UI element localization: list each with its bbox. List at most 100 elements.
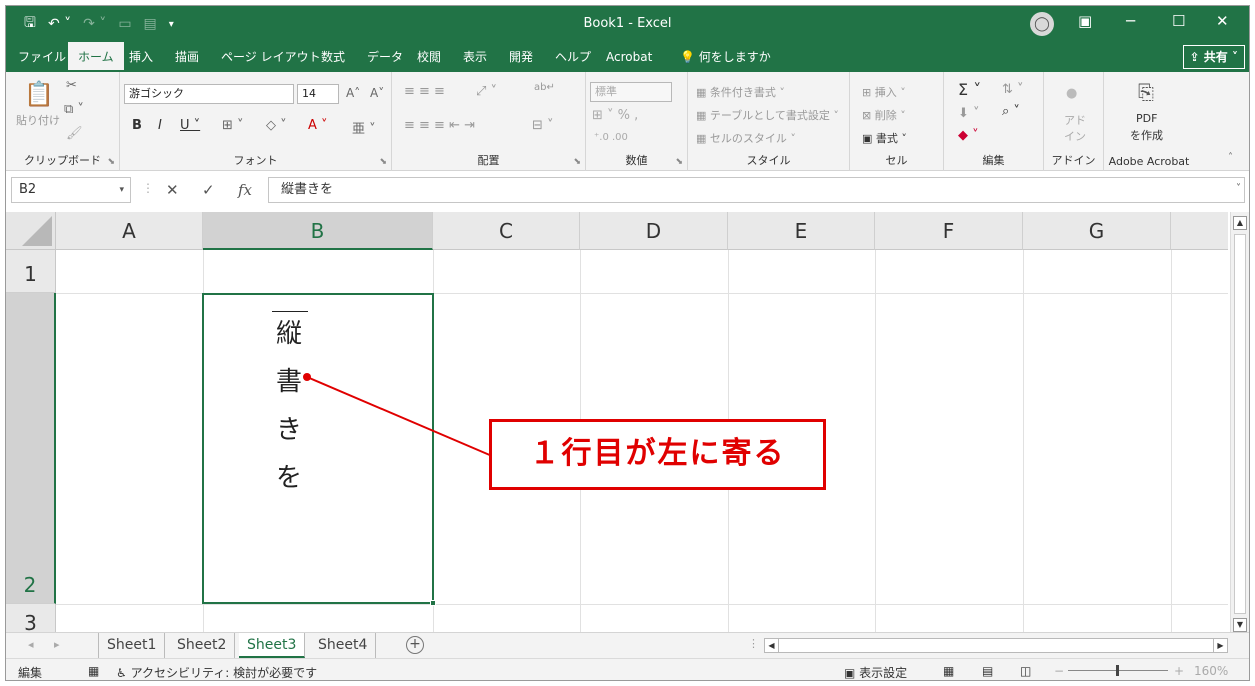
column-header-b[interactable]: B <box>203 212 433 250</box>
horizontal-scrollbar[interactable]: ◀ ▶ <box>764 638 1228 653</box>
macro-record-icon[interactable]: ▦ <box>88 664 99 678</box>
zoom-out-icon[interactable]: − <box>1054 664 1064 678</box>
insert-cells-button[interactable]: ⊞ 挿入 ˅ <box>862 84 906 100</box>
align-top-icon[interactable]: ≡ ≡ ≡ <box>404 84 445 99</box>
tab-data[interactable]: データ <box>367 42 403 72</box>
scroll-right-icon[interactable]: ▶ <box>1213 639 1227 652</box>
close-icon[interactable]: ✕ <box>1216 12 1229 30</box>
column-header-e[interactable]: E <box>728 212 875 250</box>
format-cells-button[interactable]: ▣ 書式 ˅ <box>862 130 907 146</box>
sheet-tab-sheet3[interactable]: Sheet3 <box>239 633 306 658</box>
tab-acrobat[interactable]: Acrobat <box>606 42 652 72</box>
tab-help[interactable]: ヘルプ <box>555 42 591 72</box>
fill-icon[interactable]: ⬇ ˅ <box>958 106 980 121</box>
cut-icon[interactable]: ✂ <box>66 78 77 93</box>
zoom-in-icon[interactable]: + <box>1174 664 1184 678</box>
align-left-icon[interactable]: ≡ ≡ ≡ ⇤ ⇥ <box>404 118 475 133</box>
row-header-3[interactable]: 3 <box>6 604 56 632</box>
collapse-ribbon-icon[interactable]: ˄ <box>1228 152 1233 163</box>
font-name-combo[interactable]: 游ゴシック <box>124 84 294 104</box>
addins-icon[interactable]: ● <box>1066 86 1077 101</box>
bold-icon[interactable]: B <box>132 118 142 133</box>
add-sheet-icon[interactable]: + <box>406 636 424 654</box>
name-box[interactable]: B2 ▾ <box>11 177 131 203</box>
scroll-down-icon[interactable]: ▼ <box>1233 618 1247 632</box>
font-dialog-launcher-icon[interactable]: ⬊ <box>379 157 387 167</box>
pdf-icon[interactable]: ⎘ <box>1138 80 1154 104</box>
autosum-icon[interactable]: Σ ˅ <box>958 80 981 99</box>
column-header-a[interactable]: A <box>56 212 203 250</box>
merge-center-icon[interactable]: ⊟ ˅ <box>532 118 554 133</box>
zoom-level[interactable]: 160% <box>1194 664 1228 678</box>
italic-icon[interactable]: I <box>158 118 162 133</box>
alignment-dialog-launcher-icon[interactable]: ⬊ <box>573 157 581 167</box>
number-format-combo[interactable]: 標準 <box>590 82 672 102</box>
tab-review[interactable]: 校閲 <box>417 42 441 72</box>
column-header-g[interactable]: G <box>1023 212 1171 250</box>
fill-handle[interactable] <box>430 600 436 606</box>
name-box-dropdown-icon[interactable]: ▾ <box>119 178 124 202</box>
user-avatar-icon[interactable]: ◯ <box>1030 12 1054 36</box>
tab-developer[interactable]: 開発 <box>509 42 533 72</box>
borders-icon[interactable]: ⊞ ˅ <box>222 118 244 133</box>
sheet-tab-sheet4[interactable]: Sheet4 <box>310 633 377 658</box>
wrap-text-icon[interactable]: ab↵ <box>534 82 555 93</box>
paste-icon[interactable]: 📋 <box>24 80 54 108</box>
normal-view-icon[interactable]: ▦ <box>943 664 954 678</box>
vertical-scrollbar[interactable]: ▲ ▼ <box>1230 212 1249 632</box>
row-header-2[interactable]: 2 <box>6 293 56 604</box>
clear-icon[interactable]: ◆ ˅ <box>958 128 979 143</box>
delete-cells-button[interactable]: ⊠ 削除 ˅ <box>862 107 906 123</box>
tab-view[interactable]: 表示 <box>463 42 487 72</box>
tab-draw[interactable]: 描画 <box>175 42 199 72</box>
format-painter-icon[interactable]: 🖌 <box>66 126 83 141</box>
increase-font-icon[interactable]: A˄ <box>346 86 360 100</box>
formula-input[interactable]: 縦書きを <box>268 177 1245 203</box>
currency-icon[interactable]: ⊞ ˅ % , <box>592 108 638 123</box>
tab-page-layout[interactable]: ページ レイアウト <box>221 42 321 72</box>
page-layout-view-icon[interactable]: ▤ <box>982 664 993 678</box>
cancel-icon[interactable]: ✕ <box>166 181 179 199</box>
column-header-f[interactable]: F <box>875 212 1023 250</box>
zoom-slider[interactable] <box>1068 665 1168 676</box>
page-break-view-icon[interactable]: ◫ <box>1020 664 1031 678</box>
tell-me-search[interactable]: 💡 何をしますか <box>680 42 771 72</box>
sheet-tab-sheet1[interactable]: Sheet1 <box>98 633 166 658</box>
column-header-d[interactable]: D <box>580 212 728 250</box>
phonetic-icon[interactable]: 亜 ˅ <box>352 118 376 137</box>
select-all-corner[interactable] <box>6 212 56 250</box>
addins-label[interactable]: アド イン <box>1064 112 1086 144</box>
copy-icon[interactable]: ⧉ ˅ <box>64 102 84 117</box>
format-as-table-button[interactable]: ▦ テーブルとして書式設定 ˅ <box>696 107 839 123</box>
dialog-launcher-icon[interactable]: ⬊ <box>107 157 115 167</box>
expand-formula-bar-icon[interactable]: ˅ <box>1236 183 1241 194</box>
number-dialog-launcher-icon[interactable]: ⬊ <box>675 157 683 167</box>
accessibility-status[interactable]: ♿ アクセシビリティ: 検討が必要です <box>116 664 317 680</box>
display-settings-button[interactable]: ▣ 表示設定 <box>844 664 907 680</box>
column-header-h-partial[interactable] <box>1171 212 1228 250</box>
sheet-tab-sheet2[interactable]: Sheet2 <box>169 633 236 658</box>
tab-insert[interactable]: 挿入 <box>129 42 153 72</box>
font-color-icon[interactable]: A ˅ <box>308 118 328 133</box>
vertical-scroll-thumb[interactable] <box>1234 234 1246 614</box>
column-header-c[interactable]: C <box>433 212 580 250</box>
decimal-icon[interactable]: ⁺.0 .00 <box>594 132 628 143</box>
create-pdf-label-1[interactable]: PDF <box>1136 112 1157 125</box>
ribbon-display-options-icon[interactable]: ▣ <box>1078 12 1092 30</box>
zoom-slider-knob[interactable] <box>1116 665 1119 676</box>
tab-formulas[interactable]: 数式 <box>321 42 345 72</box>
conditional-format-button[interactable]: ▦ 条件付き書式 ˅ <box>696 84 785 100</box>
create-pdf-label-2[interactable]: を作成 <box>1130 127 1163 143</box>
scroll-left-icon[interactable]: ◀ <box>765 639 779 652</box>
minimize-icon[interactable]: ─ <box>1126 12 1135 30</box>
find-select-icon[interactable]: ⌕ ˅ <box>1002 104 1020 119</box>
scroll-up-icon[interactable]: ▲ <box>1233 216 1247 230</box>
sheet-prev-icon[interactable]: ◂ <box>28 638 34 651</box>
sheet-next-icon[interactable]: ▸ <box>54 638 60 651</box>
maximize-icon[interactable]: ☐ <box>1172 12 1185 30</box>
paste-label[interactable]: 貼り付け <box>16 112 60 128</box>
insert-function-icon[interactable]: fx <box>238 181 252 199</box>
tab-split-grip-icon[interactable]: ⋮ <box>748 637 759 650</box>
enter-icon[interactable]: ✓ <box>202 181 215 199</box>
tab-home[interactable]: ホーム <box>68 42 124 72</box>
